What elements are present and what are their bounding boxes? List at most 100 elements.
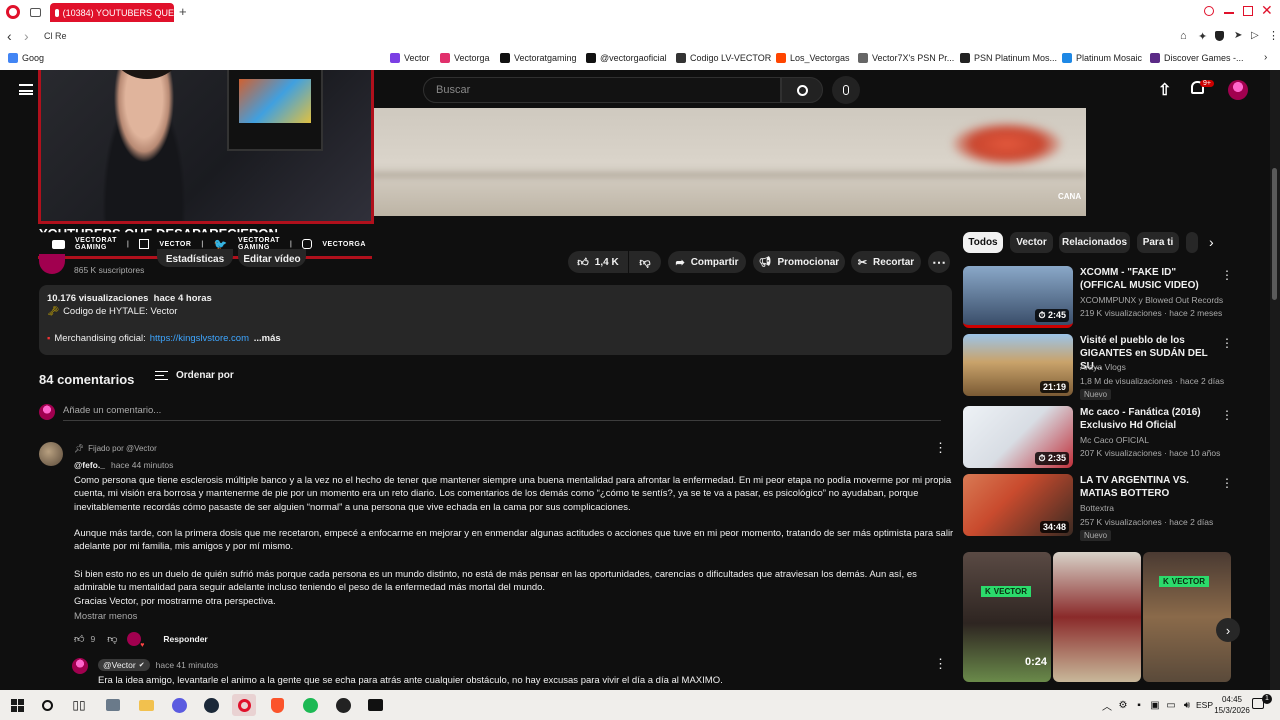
- comment-time[interactable]: hace 44 minutos: [111, 460, 173, 470]
- merch-link[interactable]: https://kingslvstore.com: [150, 333, 250, 344]
- ext-puzzle-icon[interactable]: ✦: [1198, 30, 1207, 43]
- search-icon[interactable]: [38, 696, 56, 714]
- description-box[interactable]: 10.176 visualizaciones hace 4 horas 🗝︎ C…: [39, 285, 952, 355]
- chip-for-you[interactable]: Para ti: [1137, 232, 1179, 253]
- new-tab-button[interactable]: +: [179, 4, 187, 19]
- rec-thumbnail[interactable]: ⏱ 2:35: [963, 406, 1073, 468]
- recommendation-item[interactable]: 21:19 Visité el pueblo de los GIGANTES e…: [963, 334, 1233, 400]
- voice-search-button[interactable]: [832, 76, 860, 104]
- more-actions-button[interactable]: ⋯: [928, 251, 950, 273]
- edit-video-button[interactable]: Editar vídeo: [238, 249, 306, 267]
- recommendation-item[interactable]: ⏱ 2:35 Mc caco - Fanática (2016) Exclusi…: [963, 406, 1233, 468]
- comment-author[interactable]: @fefo._: [74, 460, 105, 470]
- chips-next-arrow-icon[interactable]: ›: [1209, 234, 1214, 250]
- add-comment-input[interactable]: Añade un comentario...: [63, 405, 941, 421]
- file-explorer-icon[interactable]: [137, 696, 155, 714]
- promote-button[interactable]: 📢︎ Promocionar: [753, 251, 845, 273]
- chip-partial[interactable]: [1186, 232, 1198, 253]
- windows-start-icon[interactable]: [8, 696, 26, 714]
- close-window-button[interactable]: ✕: [1261, 2, 1273, 19]
- rec-menu-icon[interactable]: ⋮: [1221, 408, 1233, 422]
- recommendation-item[interactable]: 34:48 LA TV ARGENTINA VS. MATIAS BOTTERO…: [963, 474, 1233, 541]
- rec-thumbnail[interactable]: ⏱ 2:45: [963, 266, 1073, 328]
- bookmark-item[interactable]: Goog: [8, 53, 44, 63]
- send-icon[interactable]: ➤: [1234, 30, 1242, 41]
- opera-taskbar-icon[interactable]: [232, 694, 256, 716]
- page-scrollbar[interactable]: [1270, 70, 1280, 690]
- rec-channel[interactable]: XCOMMPUNX y Blowed Out Records: [1080, 295, 1223, 305]
- hamburger-menu-icon[interactable]: [19, 84, 33, 95]
- shorts-next-button[interactable]: ›: [1216, 618, 1240, 642]
- show-less-link[interactable]: Mostrar menos: [74, 611, 137, 622]
- rec-channel[interactable]: Araya Vlogs: [1080, 362, 1126, 372]
- short-item[interactable]: K VECTOR 0:24: [963, 552, 1051, 682]
- browser-app-icon[interactable]: [170, 696, 188, 714]
- search-input[interactable]: Buscar: [423, 77, 781, 103]
- account-avatar[interactable]: [1228, 80, 1248, 100]
- bookmark-item[interactable]: Los_Vectorgas: [776, 53, 850, 63]
- brave-icon[interactable]: [268, 696, 286, 714]
- reply-button[interactable]: Responder: [163, 634, 207, 644]
- volume-icon[interactable]: 🔊︎: [1178, 696, 1196, 714]
- back-arrow-icon[interactable]: ‹: [7, 28, 12, 44]
- bookmark-item[interactable]: Codigo LV-VECTOR: [676, 53, 771, 63]
- dislike-button[interactable]: 👎︎: [629, 251, 661, 273]
- reply-author-chip[interactable]: @Vector ✔: [98, 659, 150, 671]
- bookmark-item[interactable]: Vectorga: [440, 53, 490, 63]
- video-player[interactable]: CANA: [372, 108, 1086, 216]
- description-more-link[interactable]: ...más: [254, 333, 281, 344]
- reply-menu-icon[interactable]: ⋮: [934, 656, 947, 672]
- comment-menu-icon[interactable]: ⋮: [934, 440, 947, 456]
- comment-dislike-icon[interactable]: 👎︎: [107, 633, 117, 645]
- like-button[interactable]: 👍︎ 1,4 K: [568, 251, 628, 273]
- shield-icon[interactable]: [1215, 31, 1224, 41]
- tab-island-icon[interactable]: [30, 8, 41, 17]
- task-view-icon[interactable]: ▯▯: [70, 696, 88, 714]
- chip-vector[interactable]: Vector: [1010, 232, 1053, 253]
- bookmark-item[interactable]: Discover Games -...: [1150, 53, 1244, 63]
- channel-avatar[interactable]: [39, 254, 65, 274]
- bookmark-item[interactable]: @vectorgaoficial: [586, 53, 667, 63]
- rec-thumbnail[interactable]: 34:48: [963, 474, 1073, 536]
- bookmark-page-icon[interactable]: ⌂: [1180, 30, 1187, 42]
- search-tabs-icon[interactable]: [1204, 6, 1214, 16]
- commenter-avatar[interactable]: [39, 442, 63, 466]
- bookmark-item[interactable]: Vectoratgaming: [500, 53, 577, 63]
- search-button[interactable]: [781, 77, 823, 103]
- terminal-app-icon[interactable]: [366, 696, 384, 714]
- studio-stats-button[interactable]: Estadísticas: [157, 249, 233, 267]
- bookmark-item[interactable]: PSN Platinum Mos...: [960, 53, 1057, 63]
- rec-channel[interactable]: Bottextra: [1080, 503, 1114, 513]
- reply-time[interactable]: hace 41 minutos: [156, 660, 218, 670]
- app-generic-icon[interactable]: [104, 696, 122, 714]
- rec-channel[interactable]: Mc Caco OFICIAL: [1080, 435, 1149, 445]
- menu-dots-icon[interactable]: ⋮: [1268, 29, 1279, 42]
- reply-avatar[interactable]: [72, 658, 88, 674]
- minimize-button[interactable]: [1224, 12, 1234, 14]
- bookmark-item[interactable]: Platinum Mosaic: [1062, 53, 1142, 63]
- rec-thumbnail[interactable]: 21:19: [963, 334, 1073, 396]
- comment-like-icon[interactable]: 👍︎: [74, 633, 84, 645]
- share-button[interactable]: ➦ Compartir: [668, 251, 746, 273]
- sort-comments-button[interactable]: Ordenar por: [155, 370, 234, 381]
- maximize-button[interactable]: [1243, 6, 1253, 16]
- opera-logo-icon[interactable]: [6, 5, 20, 19]
- spotify-icon[interactable]: [301, 696, 319, 714]
- player-icon[interactable]: ▷: [1251, 30, 1259, 41]
- address-bar-partial[interactable]: Cl Re: [44, 31, 67, 41]
- rec-menu-icon[interactable]: ⋮: [1221, 476, 1233, 490]
- clip-button[interactable]: ✂ Recortar: [851, 251, 921, 273]
- bookmark-item[interactable]: Vector: [390, 53, 430, 63]
- chip-all[interactable]: Todos: [963, 232, 1003, 253]
- rec-menu-icon[interactable]: ⋮: [1221, 268, 1233, 282]
- upload-icon[interactable]: ⇧: [1158, 80, 1171, 100]
- chip-related[interactable]: Relacionados: [1059, 232, 1130, 253]
- obs-icon[interactable]: [334, 696, 352, 714]
- short-item[interactable]: [1053, 552, 1141, 682]
- clock-time[interactable]: 04:45: [1212, 695, 1252, 704]
- steam-icon[interactable]: [202, 696, 220, 714]
- rec-menu-icon[interactable]: ⋮: [1221, 336, 1233, 350]
- forward-arrow-icon[interactable]: ›: [24, 28, 29, 44]
- short-item[interactable]: K VECTOR: [1143, 552, 1231, 682]
- browser-tab-active[interactable]: (10384) YOUTUBERS QUE: [50, 3, 174, 22]
